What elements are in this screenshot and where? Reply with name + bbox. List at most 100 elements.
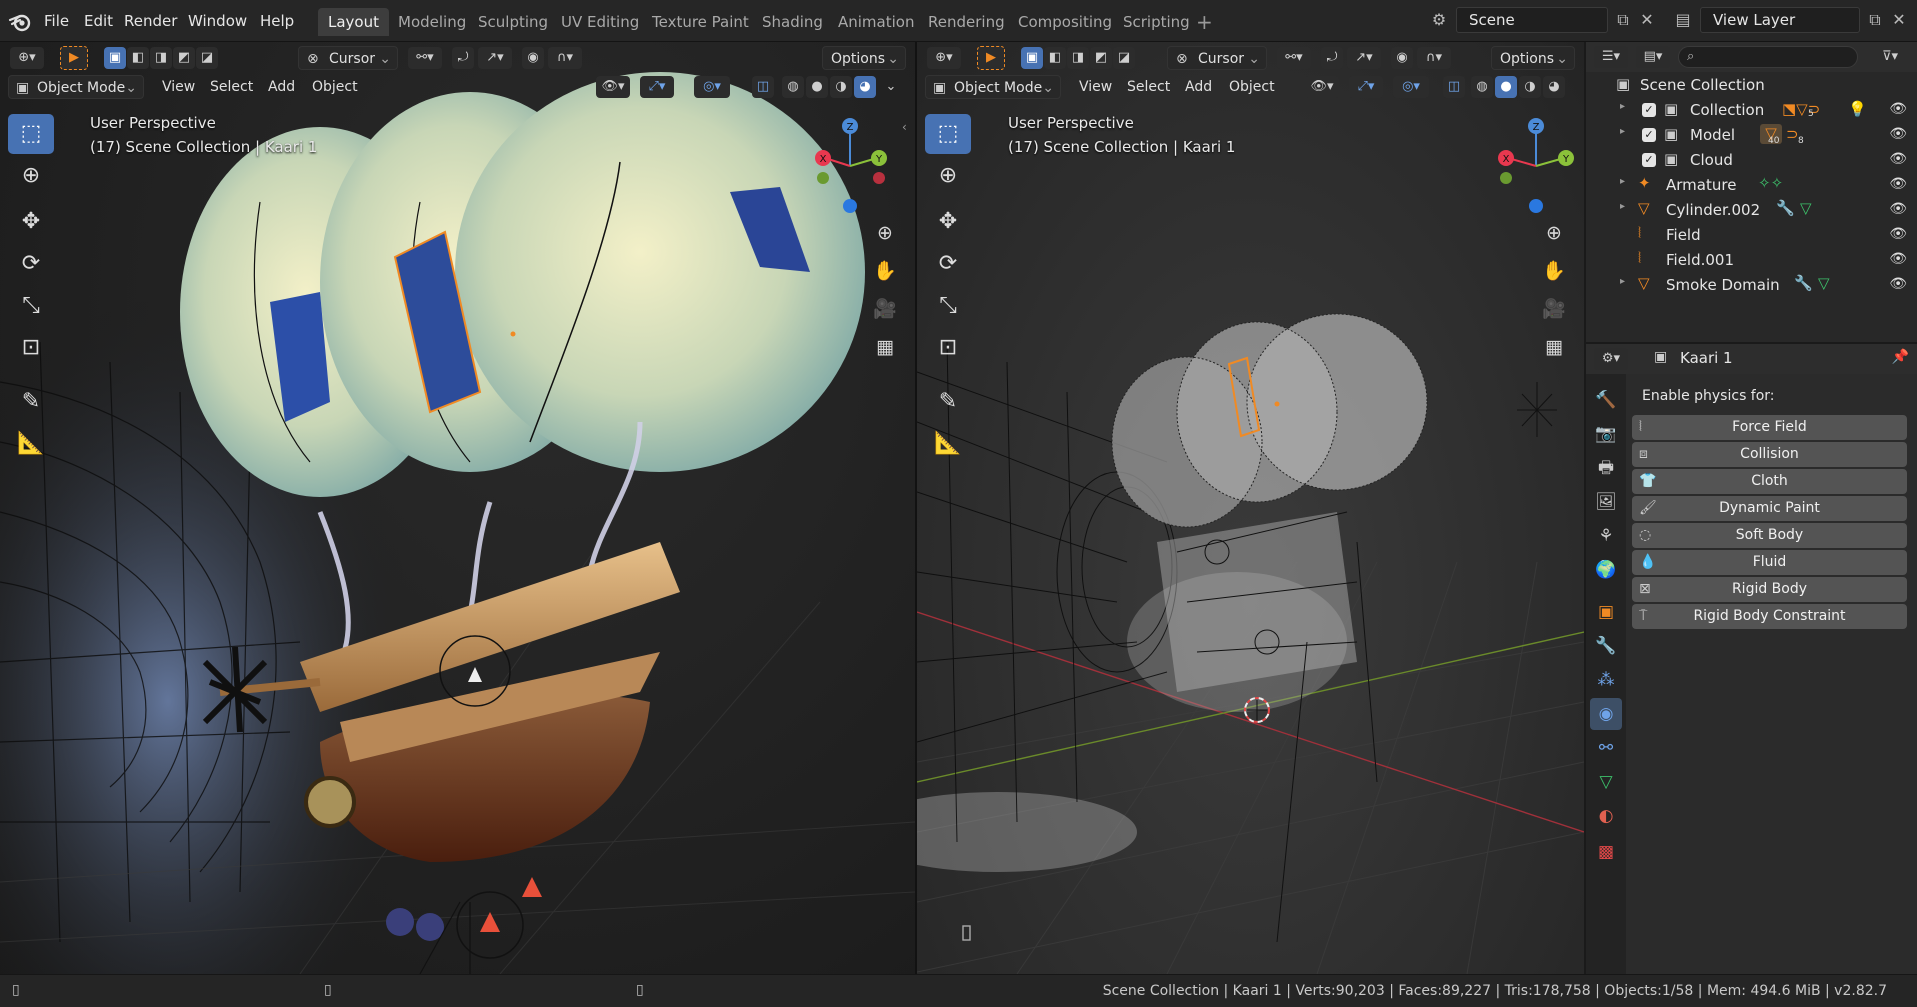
delete-scene-icon[interactable]: ✕ — [1636, 10, 1658, 30]
sidebar-toggle-icon[interactable]: ‹ — [902, 120, 907, 134]
cloud-checkbox[interactable]: ✓ — [1642, 153, 1656, 167]
force-field-button[interactable]: ⦚ Force Field — [1632, 415, 1907, 440]
tab-animation[interactable]: Animation — [828, 8, 924, 36]
select-box-icon[interactable]: ⬚ — [925, 114, 971, 154]
shading-wireframe-icon[interactable]: ◍ — [1471, 76, 1493, 98]
scale-icon[interactable]: ⤡ — [8, 286, 54, 326]
camera-icon[interactable]: 🎥 — [1537, 292, 1571, 326]
shading-solid-icon[interactable]: ● — [1495, 76, 1517, 98]
pan-hand-icon[interactable]: ✋ — [1537, 254, 1571, 288]
delete-view-layer-icon[interactable]: ✕ — [1888, 10, 1910, 30]
tab-sculpting[interactable]: Sculpting — [468, 8, 558, 36]
rigid-body-constraint-button[interactable]: ⍑ Rigid Body Constraint — [1632, 604, 1907, 629]
annotate-icon[interactable]: ✎ — [8, 382, 54, 422]
menu-window[interactable]: Window — [182, 10, 253, 32]
view-layer-icon[interactable]: ▤ — [1672, 10, 1694, 30]
menu-add[interactable]: Add — [1177, 75, 1220, 99]
scene-tab-icon[interactable]: ⚘ — [1590, 520, 1622, 552]
menu-add[interactable]: Add — [260, 75, 303, 99]
tab-modeling[interactable]: Modeling — [388, 8, 476, 36]
pivot-dropdown[interactable]: ⊗ Cursor ⌄ — [298, 46, 398, 70]
select-extend-icon[interactable]: ◧ — [1044, 47, 1066, 69]
outliner-row-cylinder[interactable]: ▸ ▽ Cylinder.002 🔧 ▽ 👁 — [1586, 197, 1917, 222]
shading-wireframe-icon[interactable]: ◍ — [782, 76, 804, 98]
transform-orientation-icon[interactable]: ⚯▾ — [1277, 47, 1311, 69]
visibility-eye-icon[interactable]: 👁 — [1889, 201, 1907, 217]
navigation-gizmo[interactable]: Z X Y — [1496, 114, 1576, 214]
rotate-icon[interactable]: ⟳ — [8, 244, 54, 284]
editor-type-icon[interactable]: ⚙▾ — [1594, 348, 1628, 370]
cloth-button[interactable]: 👕 Cloth — [1632, 469, 1907, 494]
measure-icon[interactable]: 📐 — [925, 424, 971, 464]
render-tab-icon[interactable]: 📷 — [1590, 418, 1622, 450]
visibility-eye-icon[interactable]: 👁 — [1889, 176, 1907, 192]
visibility-icon[interactable]: 👁▾ — [596, 76, 630, 98]
model-checkbox[interactable]: ✓ — [1642, 128, 1656, 142]
shading-material-icon[interactable]: ◑ — [1519, 76, 1541, 98]
move-icon[interactable]: ✥ — [925, 202, 971, 242]
editor-type-icon[interactable]: ☰▾ — [1594, 46, 1628, 68]
viewport-left[interactable]: ⊕▾ ▶ ▣ ◧ ◨ ◩ ◪ ⊗ Cursor ⌄ ⚯▾ ⤾ ↗▾ ◉ ∩▾ O… — [0, 42, 915, 974]
shading-rendered-icon[interactable]: ◕ — [854, 76, 876, 98]
blender-logo-icon[interactable] — [8, 10, 32, 34]
particles-tab-icon[interactable]: ⁂ — [1590, 664, 1622, 696]
texture-tab-icon[interactable]: ▩ — [1590, 836, 1622, 868]
object-tab-icon[interactable]: ▣ — [1590, 596, 1622, 628]
menu-view[interactable]: View — [154, 75, 203, 99]
tab-compositing[interactable]: Compositing — [1008, 8, 1122, 36]
collection-checkbox[interactable]: ✓ — [1642, 103, 1656, 117]
editor-type-icon[interactable]: ⊕▾ — [10, 47, 44, 69]
add-workspace-icon[interactable]: + — [1196, 10, 1213, 34]
shading-material-icon[interactable]: ◑ — [830, 76, 852, 98]
snap-target-icon[interactable]: ↗▾ — [478, 47, 512, 69]
mode-dropdown[interactable]: ▣ Object Mode ⌄ — [8, 75, 144, 99]
menu-edit[interactable]: Edit — [78, 10, 119, 32]
expand-arrow-icon[interactable]: ▸ — [1620, 101, 1625, 112]
new-view-layer-icon[interactable]: ⧉ — [1864, 10, 1886, 30]
select-subtract-icon[interactable]: ◨ — [1067, 47, 1089, 69]
proportional-edit-icon[interactable]: ◉ — [522, 47, 544, 69]
select-new-icon[interactable]: ▣ — [104, 47, 126, 69]
transform-orientation-icon[interactable]: ⚯▾ — [408, 47, 442, 69]
pan-hand-icon[interactable]: ✋ — [868, 254, 902, 288]
camera-icon[interactable]: 🎥 — [868, 292, 902, 326]
menu-view[interactable]: View — [1071, 75, 1120, 99]
cursor-icon[interactable]: ⊕ — [925, 156, 971, 196]
menu-select[interactable]: Select — [1119, 75, 1178, 99]
menu-select[interactable]: Select — [202, 75, 261, 99]
mode-dropdown[interactable]: ▣ Object Mode ⌄ — [925, 75, 1061, 99]
collision-button[interactable]: ⧈ Collision — [1632, 442, 1907, 467]
expand-arrow-icon[interactable]: ▸ — [1620, 126, 1625, 137]
material-tab-icon[interactable]: ◐ — [1590, 800, 1622, 832]
3d-cursor[interactable] — [1244, 697, 1270, 723]
outliner-row-field-001[interactable]: ⦚ Field.001 👁 — [1586, 247, 1917, 272]
menu-object[interactable]: Object — [1221, 75, 1283, 99]
editor-type-icon[interactable]: ⊕▾ — [927, 47, 961, 69]
select-box-icon[interactable]: ⬚ — [8, 114, 54, 154]
outliner-search-input[interactable]: ⌕ — [1678, 46, 1858, 68]
visibility-eye-icon[interactable]: 👁 — [1889, 151, 1907, 167]
xray-toggle-icon[interactable]: ◫ — [1443, 76, 1465, 98]
tab-layout[interactable]: Layout — [318, 8, 389, 36]
pin-icon[interactable]: 📌 — [1892, 349, 1909, 365]
menu-render[interactable]: Render — [118, 10, 183, 32]
soft-body-button[interactable]: ◌ Soft Body — [1632, 523, 1907, 548]
proportional-edit-icon[interactable]: ◉ — [1391, 47, 1413, 69]
select-intersect-icon[interactable]: ◪ — [196, 47, 218, 69]
select-subtract-icon[interactable]: ◨ — [150, 47, 172, 69]
rotate-icon[interactable]: ⟳ — [925, 244, 971, 284]
new-scene-icon[interactable]: ⧉ — [1612, 10, 1634, 30]
menu-file[interactable]: File — [38, 10, 75, 32]
outliner-row-model[interactable]: ▸ ✓ ▣ Model ▽ 40 ⊃ 8 👁 — [1586, 122, 1917, 147]
fluid-button[interactable]: 💧 Fluid — [1632, 550, 1907, 575]
snap-target-icon[interactable]: ↗▾ — [1347, 47, 1381, 69]
select-new-icon[interactable]: ▣ — [1021, 47, 1043, 69]
display-mode-icon[interactable]: ▤▾ — [1636, 46, 1670, 68]
outliner-row-smoke-domain[interactable]: ▸ ▽ Smoke Domain 🔧 ▽ 👁 — [1586, 272, 1917, 297]
view-layer-selector[interactable]: View Layer — [1700, 7, 1860, 33]
visibility-eye-icon[interactable]: 👁 — [1889, 226, 1907, 242]
overlay-toggle-icon[interactable]: ◎▾ — [694, 76, 730, 98]
pivot-dropdown[interactable]: ⊗ Cursor ⌄ — [1167, 46, 1267, 70]
snap-icon[interactable]: ⤾ — [452, 47, 474, 69]
select-difference-icon[interactable]: ◩ — [173, 47, 195, 69]
